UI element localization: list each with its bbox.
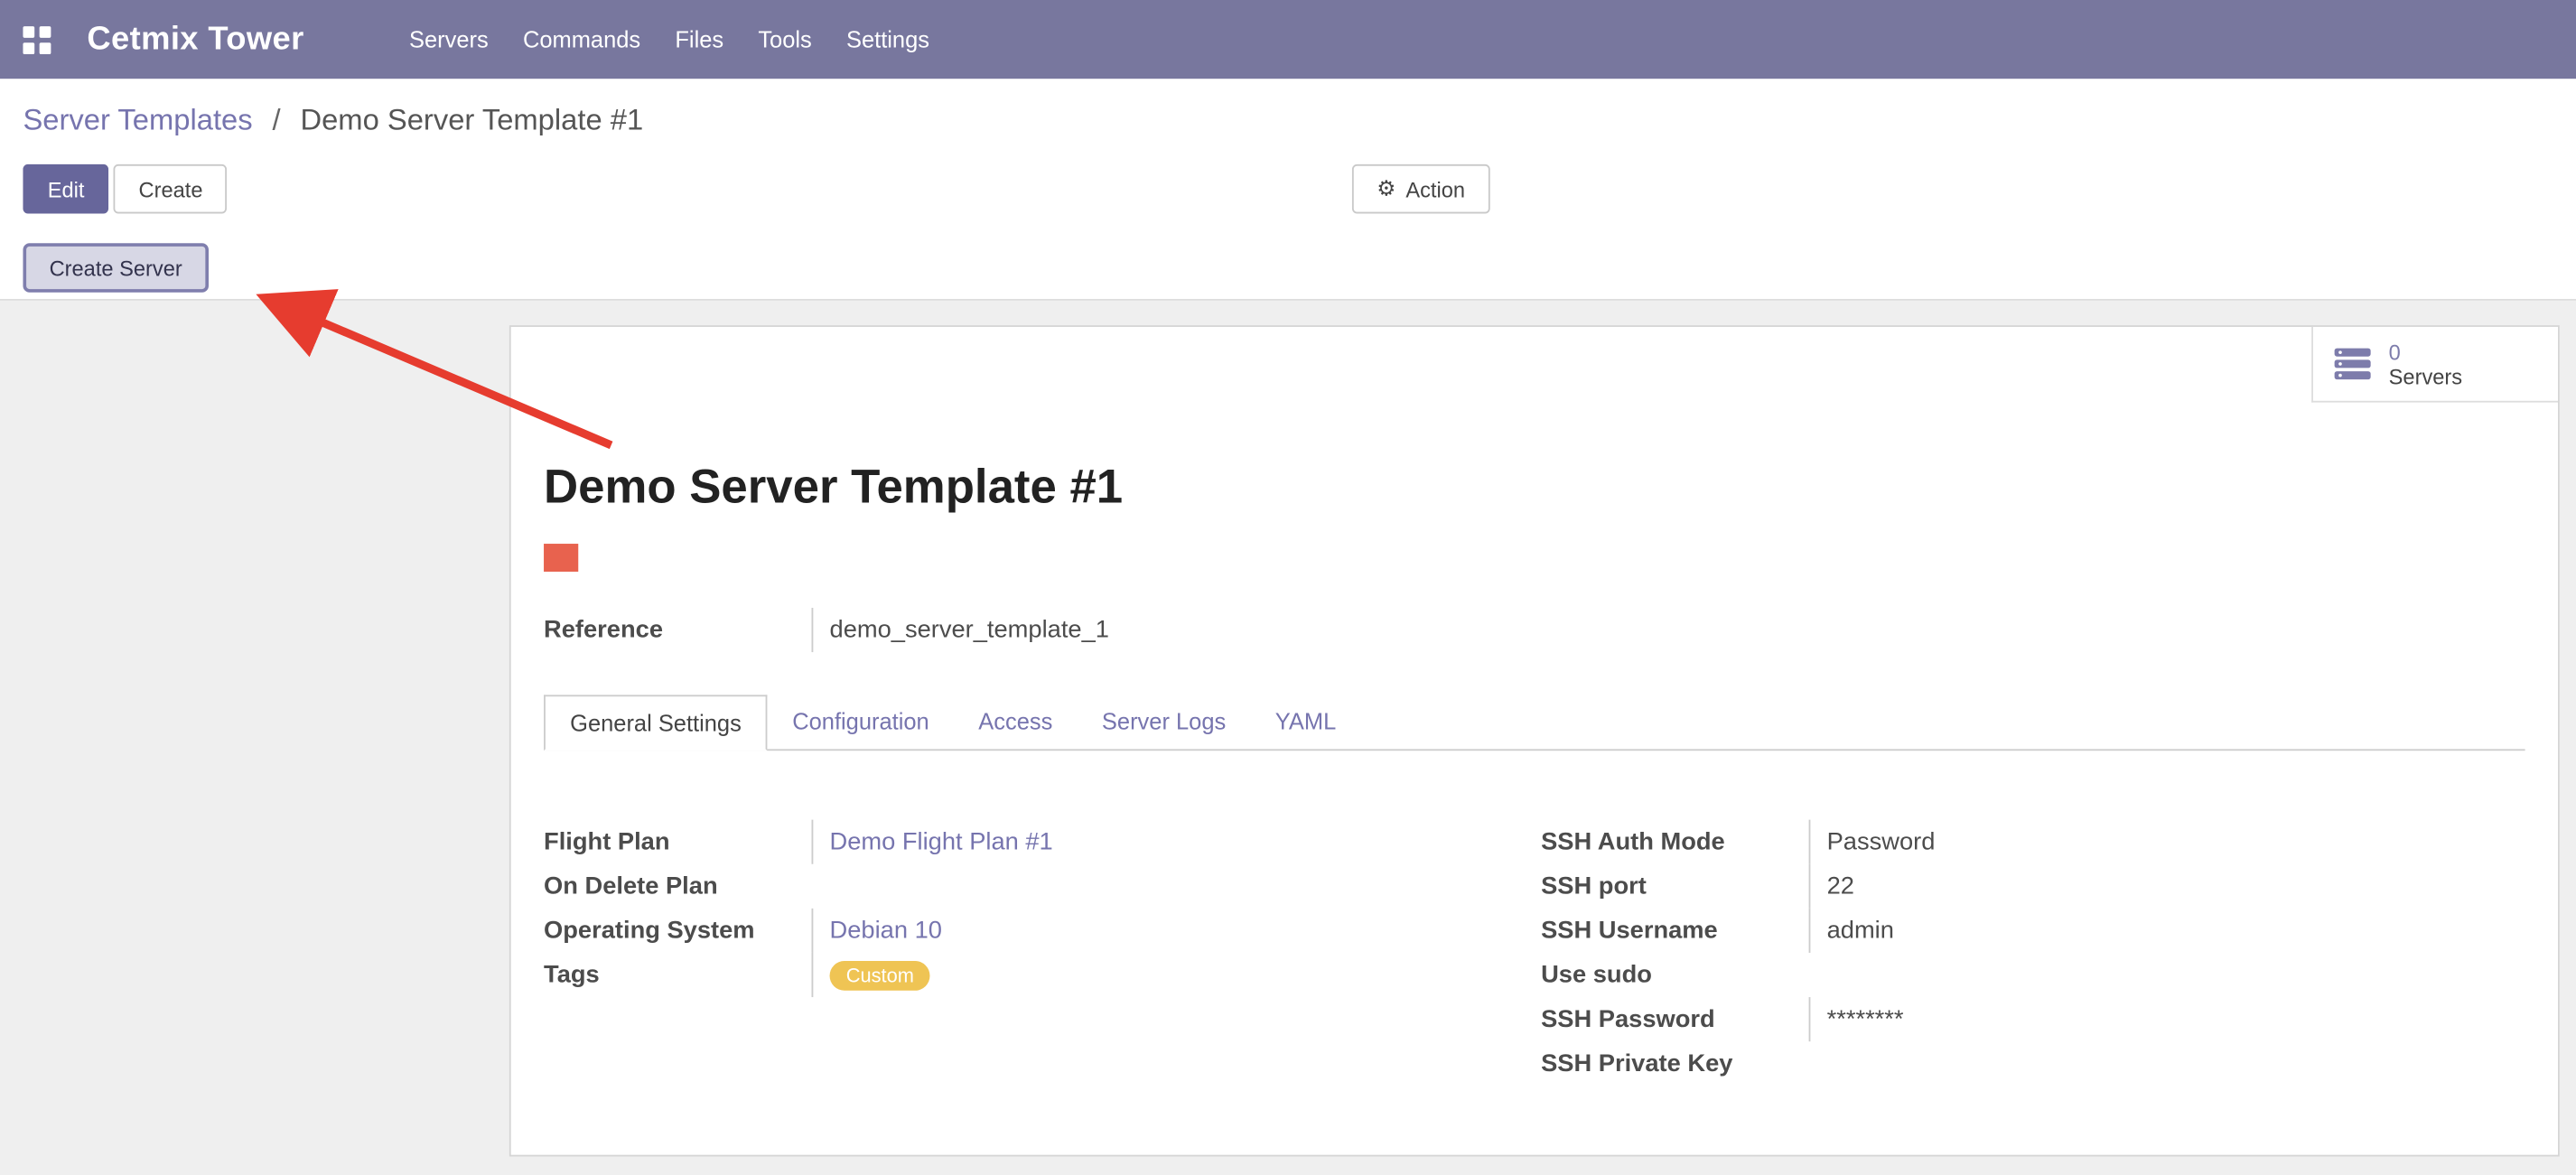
apps-menu-icon[interactable] (23, 25, 51, 53)
ssh-auth-mode-label: SSH Auth Mode (1541, 820, 1808, 864)
tab-access[interactable]: Access (954, 695, 1078, 749)
menu-tools[interactable]: Tools (758, 26, 811, 52)
field-groups: Flight Plan Demo Flight Plan #1 On Delet… (544, 820, 2525, 1086)
edit-button[interactable]: Edit (23, 164, 108, 214)
tab-configuration[interactable]: Configuration (768, 695, 954, 749)
menu-files[interactable]: Files (675, 26, 723, 52)
field-row-flight-plan: Flight Plan Demo Flight Plan #1 (544, 820, 1541, 864)
ssh-username-label: SSH Username (1541, 909, 1808, 953)
ssh-username-value: admin (1809, 909, 2461, 953)
tab-general-settings[interactable]: General Settings (544, 695, 768, 751)
ssh-private-key-label: SSH Private Key (1541, 1041, 1808, 1086)
ssh-port-label: SSH port (1541, 864, 1808, 909)
control-panel: Server Templates / Demo Server Template … (0, 79, 2576, 301)
field-row-ssh-auth-mode: SSH Auth Mode Password (1541, 820, 2461, 864)
breadcrumb-current: Demo Server Template #1 (300, 104, 643, 136)
breadcrumb-parent[interactable]: Server Templates (23, 104, 252, 136)
reference-label: Reference (544, 608, 811, 652)
field-row-tags: Tags Custom (544, 953, 1541, 997)
field-group-right: SSH Auth Mode Password SSH port 22 SSH U… (1541, 820, 2461, 1086)
content-area: 0 Servers Demo Server Template #1 Refere… (0, 301, 2576, 1175)
record-title: Demo Server Template #1 (544, 458, 2525, 517)
ssh-password-label: SSH Password (1541, 997, 1808, 1041)
record-color-swatch[interactable] (544, 544, 578, 572)
on-delete-plan-label: On Delete Plan (544, 864, 811, 909)
field-row-ssh-username: SSH Username admin (1541, 909, 2461, 953)
button-row: Edit Create (23, 164, 227, 214)
field-row-ssh-password: SSH Password ******** (1541, 997, 2461, 1041)
server-stack-icon (2333, 346, 2373, 382)
breadcrumb-separator: / (272, 104, 280, 136)
use-sudo-label: Use sudo (1541, 953, 1808, 997)
field-row-ssh-private-key: SSH Private Key (1541, 1041, 2461, 1086)
top-menu: Servers Commands Files Tools Settings (409, 26, 929, 52)
record-sheet: 0 Servers Demo Server Template #1 Refere… (509, 325, 2560, 1156)
stat-label: Servers (2389, 364, 2462, 388)
servers-stat-button[interactable]: 0 Servers (2311, 327, 2558, 403)
menu-servers[interactable]: Servers (409, 26, 489, 52)
menu-settings[interactable]: Settings (846, 26, 929, 52)
create-server-button[interactable]: Create Server (23, 243, 208, 293)
flight-plan-label: Flight Plan (544, 820, 811, 864)
operating-system-link[interactable]: Debian 10 (830, 917, 942, 945)
field-row: Reference demo_server_template_1 (544, 608, 2525, 652)
notebook-tabs: General Settings Configuration Access Se… (544, 695, 2525, 751)
reference-group: Reference demo_server_template_1 (544, 608, 2525, 652)
field-row-use-sudo: Use sudo (1541, 953, 2461, 997)
sheet-inner: Demo Server Template #1 Reference demo_s… (511, 458, 2558, 1086)
create-button[interactable]: Create (114, 164, 228, 214)
operating-system-label: Operating System (544, 909, 811, 953)
tags-label: Tags (544, 953, 811, 997)
tag-custom[interactable]: Custom (830, 961, 931, 991)
field-row-ssh-port: SSH port 22 (1541, 864, 2461, 909)
ssh-password-value: ******** (1809, 997, 2461, 1041)
reference-value: demo_server_template_1 (812, 608, 2525, 652)
action-menu-button[interactable]: ⚙ Action (1352, 164, 1489, 214)
object-buttons-row: Create Server (23, 243, 208, 293)
stat-value: 0 (2389, 340, 2462, 364)
ssh-auth-mode-value: Password (1809, 820, 2461, 864)
tab-server-logs[interactable]: Server Logs (1078, 695, 1251, 749)
ssh-port-value: 22 (1809, 864, 2461, 909)
gear-icon: ⚙ (1377, 177, 1395, 201)
field-group-left: Flight Plan Demo Flight Plan #1 On Delet… (544, 820, 1541, 1086)
menu-commands[interactable]: Commands (523, 26, 640, 52)
field-row-operating-system: Operating System Debian 10 (544, 909, 1541, 953)
page: Cetmix Tower Servers Commands Files Tool… (0, 0, 2576, 1174)
top-navbar: Cetmix Tower Servers Commands Files Tool… (0, 0, 2576, 79)
action-menu-wrap: ⚙ Action (1352, 164, 1489, 214)
app-title[interactable]: Cetmix Tower (87, 21, 303, 59)
flight-plan-link[interactable]: Demo Flight Plan #1 (830, 828, 1053, 856)
tab-yaml[interactable]: YAML (1251, 695, 1361, 749)
breadcrumb: Server Templates / Demo Server Template … (23, 104, 643, 138)
action-menu-label: Action (1405, 177, 1465, 201)
field-row-on-delete-plan: On Delete Plan (544, 864, 1541, 909)
